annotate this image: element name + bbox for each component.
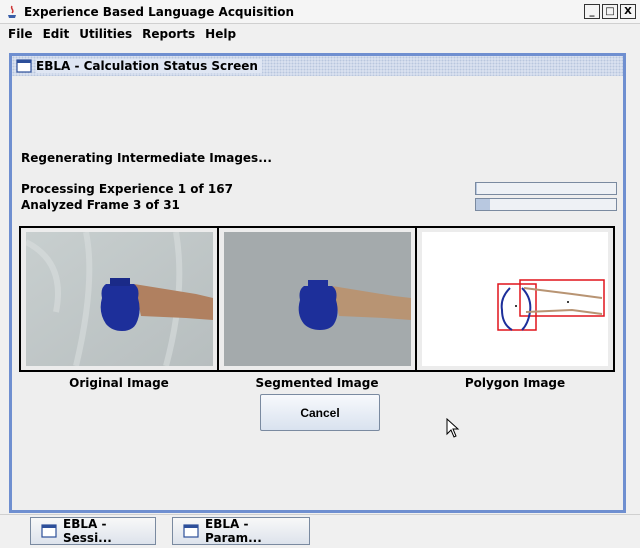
original-image-panel <box>19 226 220 372</box>
frame-progress-label: Analyzed Frame 3 of 31 <box>21 198 180 212</box>
polygon-image-panel <box>415 226 615 372</box>
close-button[interactable]: X <box>620 4 636 19</box>
minimize-button[interactable]: _ <box>584 4 600 19</box>
window-title: Experience Based Language Acquisition <box>24 5 295 19</box>
original-image <box>26 232 213 366</box>
polygon-image <box>422 232 608 366</box>
task-parameters-label: EBLA - Param... <box>205 517 262 545</box>
minimized-frames-bar: EBLA - Sessi... EBLA - Param... <box>0 514 640 548</box>
menu-help[interactable]: Help <box>205 27 236 41</box>
segmented-image-panel <box>217 226 418 372</box>
menu-file[interactable]: File <box>8 27 33 41</box>
experience-progress-bar <box>475 182 617 195</box>
status-message: Regenerating Intermediate Images... <box>21 151 272 165</box>
original-image-caption: Original Image <box>69 376 169 390</box>
experience-progress-label: Processing Experience 1 of 167 <box>21 182 233 196</box>
experience-progress-fill <box>476 183 477 194</box>
frame-progress-fill <box>476 199 490 210</box>
calculation-status-frame: EBLA - Calculation Status Screen Regener… <box>9 53 626 513</box>
segmented-image-caption: Segmented Image <box>255 376 379 390</box>
frame-title: EBLA - Calculation Status Screen <box>36 59 262 73</box>
task-session-frame[interactable]: EBLA - Sessi... <box>30 517 156 545</box>
task-session-label: EBLA - Sessi... <box>63 517 112 545</box>
polygon-image-caption: Polygon Image <box>464 376 566 390</box>
window-icon <box>41 524 57 538</box>
frame-progress-bar <box>475 198 617 211</box>
maximize-button[interactable]: □ <box>602 4 618 19</box>
desktop-pane: EBLA - Calculation Status Screen Regener… <box>0 44 640 514</box>
window-titlebar: Experience Based Language Acquisition _ … <box>0 0 640 24</box>
cancel-button[interactable]: Cancel <box>260 394 380 431</box>
menu-bar: File Edit Utilities Reports Help <box>0 24 640 44</box>
menu-edit[interactable]: Edit <box>43 27 70 41</box>
java-icon <box>8 5 16 18</box>
task-parameters-frame[interactable]: EBLA - Param... <box>172 517 310 545</box>
menu-utilities[interactable]: Utilities <box>79 27 132 41</box>
menu-reports[interactable]: Reports <box>142 27 195 41</box>
window-icon <box>183 524 199 538</box>
window-icon <box>16 59 32 73</box>
segmented-image <box>224 232 411 366</box>
mouse-cursor-icon <box>446 418 460 438</box>
frame-titlebar[interactable]: EBLA - Calculation Status Screen <box>12 56 623 76</box>
